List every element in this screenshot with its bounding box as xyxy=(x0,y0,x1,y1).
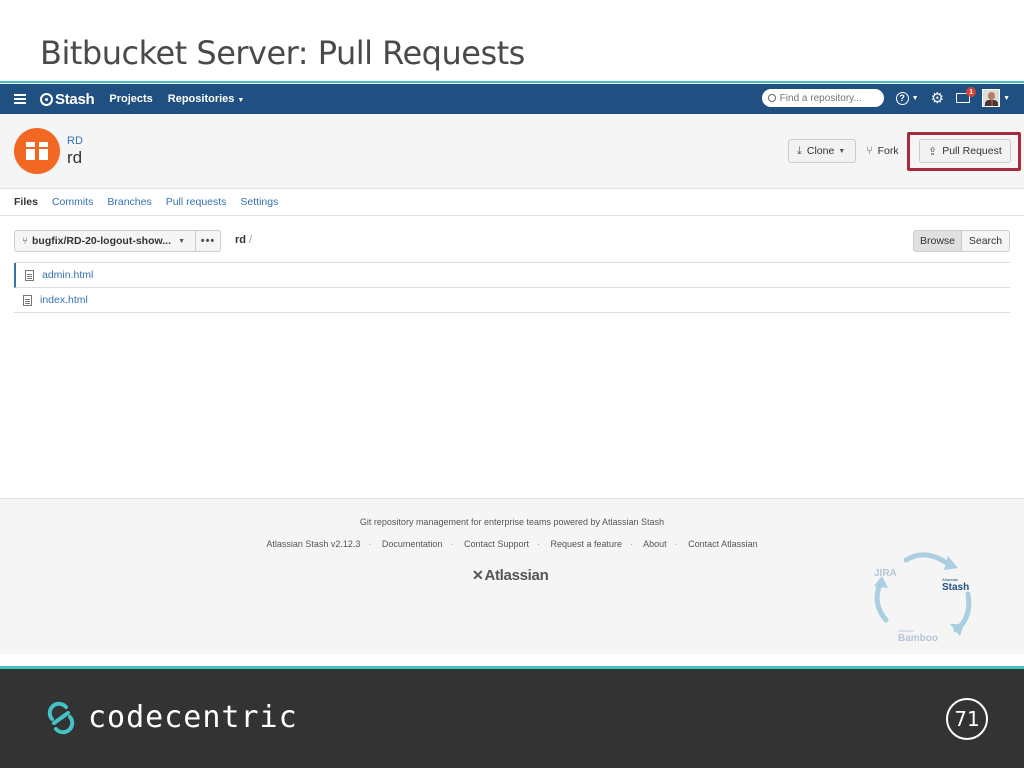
page-number: 71 xyxy=(946,698,988,740)
repository-search-input[interactable] xyxy=(779,92,875,104)
pull-request-button[interactable]: ⇪ Pull Request xyxy=(919,139,1011,163)
tab-settings[interactable]: Settings xyxy=(240,196,278,208)
file-name[interactable]: admin.html xyxy=(42,269,93,281)
search-button[interactable]: Search xyxy=(961,230,1010,252)
footer-link-contact[interactable]: Contact Atlassian xyxy=(688,539,758,549)
settings-button[interactable]: ⚙ xyxy=(931,91,944,106)
file-name[interactable]: index.html xyxy=(40,294,88,306)
list-item[interactable]: admin.html xyxy=(14,263,1010,288)
browse-button[interactable]: Browse xyxy=(913,230,962,252)
avatar xyxy=(982,89,1001,107)
atlassian-logo-text: Atlassian xyxy=(484,567,549,584)
stash-text: Stash xyxy=(942,582,970,593)
jira-text: JIRA xyxy=(874,568,897,579)
nav-projects-label: Projects xyxy=(109,93,153,105)
file-list: admin.html index.html xyxy=(14,262,1010,313)
tab-pull-requests[interactable]: Pull requests xyxy=(166,196,227,208)
stash-label: Atlassian Stash xyxy=(942,577,969,593)
help-menu[interactable]: ? ▼ xyxy=(895,91,919,105)
app-header: Stash Projects Repositories▼ ? ▼ ⚙ 1 ▼ xyxy=(0,84,1024,114)
stash-logo[interactable]: Stash xyxy=(40,90,95,108)
slide: Bitbucket Server: Pull Requests Stash Pr… xyxy=(0,0,1024,768)
clone-label: Clone xyxy=(806,145,835,157)
title-rule xyxy=(0,81,1024,83)
footer-link-support[interactable]: Contact Support xyxy=(464,539,529,549)
chevron-down-icon: ▼ xyxy=(237,97,245,104)
codecentric-wordmark: codecentric xyxy=(88,700,298,735)
footer-tagline: Git repository management for enterprise… xyxy=(359,517,665,527)
breadcrumb-root[interactable]: rd xyxy=(235,234,246,246)
chevron-down-icon: ▼ xyxy=(178,237,185,245)
bamboo-label: Atlassian Bamboo xyxy=(898,628,938,644)
inbox-icon: 1 xyxy=(956,87,977,103)
codecentric-logo: codecentric xyxy=(44,700,298,735)
file-icon xyxy=(23,294,32,306)
repo-tabs: Files Commits Branches Pull requests Set… xyxy=(0,188,1024,216)
fork-label: Fork xyxy=(877,145,899,157)
share-icon: ⇪ xyxy=(928,145,938,158)
tab-commits[interactable]: Commits xyxy=(52,196,93,208)
header-right: ? ▼ ⚙ 1 ▼ xyxy=(761,87,1010,107)
atlassian-logo[interactable]: ✕ Atlassian xyxy=(472,567,549,584)
gear-icon: ⚙ xyxy=(930,89,945,107)
file-icon xyxy=(25,269,34,281)
tab-branches[interactable]: Branches xyxy=(107,196,151,208)
product-cycle-graphic: JIRA Atlassian Stash Atlassian Bamboo xyxy=(864,550,984,644)
jira-label: JIRA xyxy=(874,568,897,579)
branch-name: bugfix/RD-20-logout-show... xyxy=(32,235,172,247)
stash-logo-icon xyxy=(40,92,53,106)
download-icon: ⤓ xyxy=(797,144,802,157)
inbox-button[interactable]: 1 xyxy=(956,87,977,103)
search-icon xyxy=(767,94,776,102)
bamboo-text: Bamboo xyxy=(898,633,938,644)
breadcrumb: rd / xyxy=(235,234,252,246)
more-actions-button[interactable]: ••• xyxy=(195,230,221,252)
chevron-down-icon: ▼ xyxy=(1003,94,1010,102)
branch-icon: ⑂ xyxy=(22,235,28,247)
tab-files[interactable]: Files xyxy=(14,196,38,208)
nav-repositories[interactable]: Repositories ▼ xyxy=(168,93,245,105)
footer-link-version[interactable]: Atlassian Stash v2.12.3 xyxy=(266,539,360,549)
hamburger-icon[interactable] xyxy=(14,94,26,104)
codecentric-mark-icon xyxy=(47,701,75,734)
chevron-down-icon: ▼ xyxy=(838,147,846,155)
footer-link-feature[interactable]: Request a feature xyxy=(551,539,623,549)
footer-links: Atlassian Stash v2.12.3 · Documentation · … xyxy=(266,539,758,549)
user-menu[interactable]: ▼ xyxy=(982,89,1010,107)
branch-selector[interactable]: ⑂ bugfix/RD-20-logout-show... ▼ xyxy=(14,230,196,252)
notification-badge: 1 xyxy=(966,87,977,97)
stash-logo-text: Stash xyxy=(55,90,95,108)
footer-link-documentation[interactable]: Documentation xyxy=(382,539,443,549)
chevron-down-icon: ▼ xyxy=(911,94,919,102)
fork-button[interactable]: ⑂ Fork xyxy=(858,139,910,163)
breadcrumb-separator: / xyxy=(249,234,253,246)
repo-name: rd xyxy=(67,148,83,167)
repo-box-icon xyxy=(26,142,48,160)
help-icon: ? xyxy=(895,91,909,105)
pull-request-label: Pull Request xyxy=(942,145,1002,157)
repo-avatar[interactable] xyxy=(14,128,60,174)
footer-link-about[interactable]: About xyxy=(643,539,667,549)
nav-repositories-label: Repositories xyxy=(167,93,235,105)
repository-search[interactable] xyxy=(761,89,884,107)
fork-icon: ⑂ xyxy=(866,145,873,157)
nav-projects[interactable]: Projects xyxy=(109,93,152,105)
project-link[interactable]: RD xyxy=(67,135,83,147)
atlassian-mark-icon: ✕ xyxy=(472,567,484,583)
list-item[interactable]: index.html xyxy=(14,288,1010,313)
clone-button[interactable]: ⤓ Clone ▼ xyxy=(788,139,856,163)
slide-title: Bitbucket Server: Pull Requests xyxy=(40,34,525,72)
